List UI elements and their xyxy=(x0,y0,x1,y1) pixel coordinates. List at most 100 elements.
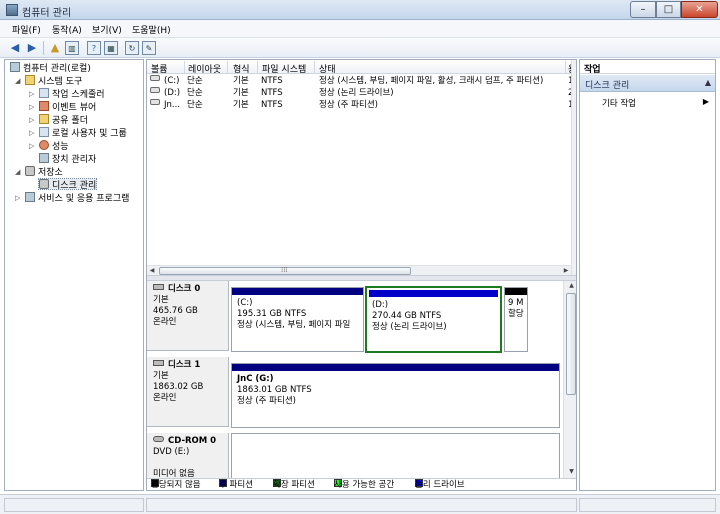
collapse-arrow-icon[interactable]: ◢ xyxy=(15,166,20,178)
scroll-down-icon[interactable]: ▼ xyxy=(564,467,576,477)
status-bar xyxy=(0,494,720,514)
status-cell xyxy=(4,498,144,512)
disk-icon xyxy=(153,284,164,290)
column-type[interactable]: 형식 xyxy=(233,62,250,75)
menu-help[interactable]: 도움말(H) xyxy=(132,23,171,36)
tree-device-manager[interactable]: 장치 관리자 xyxy=(39,153,96,165)
column-divider[interactable] xyxy=(257,61,258,73)
column-layout[interactable]: 레이아웃 xyxy=(188,62,221,75)
show-hide-tree-icon[interactable]: ▥ xyxy=(65,41,79,55)
disk-management-icon xyxy=(39,179,49,189)
shared-folder-icon xyxy=(39,114,49,124)
close-button[interactable]: ✕ xyxy=(681,1,718,18)
cdrom-empty-area[interactable] xyxy=(231,433,560,478)
volume-row-c[interactable]: (C:) 단순 기본 NTFS 정상 (시스템, 부팅, 페이지 파일, 활성,… xyxy=(147,75,576,87)
status-cell xyxy=(146,498,577,512)
status-cell xyxy=(579,498,716,512)
title-bar: 컴퓨터 관리 – □ ✕ xyxy=(0,0,720,20)
collapse-arrow-icon[interactable]: ◢ xyxy=(15,75,20,87)
volume-icon xyxy=(150,75,160,81)
up-folder-icon[interactable]: ▲ xyxy=(48,41,62,55)
disk-map: 디스크 0 기본 465.76 GB 온라인 (C:) 195.31 GB NT… xyxy=(147,281,576,479)
console-tree: 컴퓨터 관리(로컬) ◢ 시스템 도구 ▷ 작업 스케줄러 ▷ 이벤트 뷰어 ▷… xyxy=(4,59,144,491)
services-icon xyxy=(25,192,35,202)
list-vertical-scrollbar[interactable] xyxy=(571,60,576,275)
menu-bar: 파일(F) 동작(A) 보기(V) 도움말(H) xyxy=(0,20,720,38)
disk-1-label[interactable]: 디스크 1 기본 1863.02 GB 온라인 xyxy=(147,357,229,427)
partition-legend: 할당되지 않음 주 파티션 확장 파티션 사용 가능한 공간 논리 드라이브 xyxy=(147,478,576,490)
column-divider[interactable] xyxy=(184,61,185,73)
refresh-icon[interactable]: ↻ xyxy=(125,41,139,55)
expand-arrow-icon[interactable]: ▷ xyxy=(29,114,34,126)
tools-icon xyxy=(25,75,35,85)
tree-event-viewer[interactable]: ▷ 이벤트 뷰어 xyxy=(29,101,96,113)
cdrom-icon xyxy=(153,436,164,442)
tree-task-scheduler[interactable]: ▷ 작업 스케줄러 xyxy=(29,88,105,100)
more-actions-item[interactable]: 기타 작업 ▶ xyxy=(580,96,715,110)
column-status[interactable]: 상태 xyxy=(319,62,336,75)
maximize-button[interactable]: □ xyxy=(656,1,681,18)
column-divider[interactable] xyxy=(565,61,566,73)
window-title: 컴퓨터 관리 xyxy=(22,8,72,19)
computer-icon xyxy=(10,62,20,72)
menu-action[interactable]: 동작(A) xyxy=(52,23,82,36)
volume-list-header: 볼륨 레이아웃 형식 파일 시스템 상태 용 xyxy=(147,60,576,75)
actions-header: 작업 xyxy=(580,60,715,75)
event-viewer-icon xyxy=(39,101,49,111)
scroll-up-icon[interactable]: ▲ xyxy=(564,281,576,291)
tree-shared-folders[interactable]: ▷ 공유 폴더 xyxy=(29,114,88,126)
volume-row-d[interactable]: (D:) 단순 기본 NTFS 정상 (논리 드라이브) 27 xyxy=(147,87,576,99)
menu-file[interactable]: 파일(F) xyxy=(12,23,41,36)
expand-arrow-icon[interactable]: ▷ xyxy=(29,101,34,113)
expand-arrow-icon[interactable]: ▷ xyxy=(29,88,34,100)
users-icon xyxy=(39,127,49,137)
device-manager-icon xyxy=(39,153,49,163)
forward-arrow-icon[interactable]: ▶ xyxy=(25,41,39,55)
computer-management-icon xyxy=(6,4,18,16)
show-hide-action-pane-icon[interactable]: ▦ xyxy=(104,41,118,55)
properties-icon[interactable]: ✎ xyxy=(142,41,156,55)
actions-group-disk-management[interactable]: 디스크 관리 ▲ xyxy=(580,75,715,92)
partition-c[interactable]: (C:) 195.31 GB NTFS 정상 (시스템, 부팅, 페이지 파일 xyxy=(231,287,364,352)
menu-view[interactable]: 보기(V) xyxy=(92,23,122,36)
performance-icon xyxy=(39,140,49,150)
storage-icon xyxy=(25,166,35,176)
vertical-scroll-thumb[interactable] xyxy=(566,293,576,395)
partition-unallocated[interactable]: 9 M 할당 xyxy=(504,287,528,352)
submenu-arrow-icon: ▶ xyxy=(702,97,709,106)
volume-icon xyxy=(150,87,160,93)
partition-jnc-g[interactable]: JnC (G:) 1863.01 GB NTFS 정상 (주 파티션) xyxy=(231,363,560,428)
column-divider[interactable] xyxy=(227,61,228,73)
cdrom-0-label[interactable]: CD-ROM 0 DVD (E:) 미디어 없음 xyxy=(147,433,229,479)
help-icon[interactable]: ? xyxy=(87,41,101,55)
collapse-up-icon[interactable]: ▲ xyxy=(705,78,711,87)
tree-system-tools[interactable]: ◢ 시스템 도구 xyxy=(15,75,82,87)
disk-icon xyxy=(153,360,164,366)
expand-arrow-icon[interactable]: ▷ xyxy=(29,127,34,139)
tree-performance[interactable]: ▷ 성능 xyxy=(29,140,69,152)
clock-icon xyxy=(39,88,49,98)
column-divider[interactable] xyxy=(314,61,315,73)
disk-0-label[interactable]: 디스크 0 기본 465.76 GB 온라인 xyxy=(147,281,229,351)
expand-arrow-icon[interactable]: ▷ xyxy=(15,192,20,204)
volume-row-jnc[interactable]: Jn... 단순 기본 NTFS 정상 (주 파티션) 18 xyxy=(147,99,576,111)
volume-icon xyxy=(150,99,160,105)
actions-pane: 작업 디스크 관리 ▲ 기타 작업 ▶ xyxy=(579,59,716,491)
minimize-button[interactable]: – xyxy=(630,1,656,18)
tree-local-users[interactable]: ▷ 로컬 사용자 및 그룹 xyxy=(29,127,127,139)
partition-d[interactable]: (D:) 270.44 GB NTFS 정상 (논리 드라이브) xyxy=(365,286,502,353)
tree-services[interactable]: ▷ 서비스 및 응용 프로그램 xyxy=(15,192,129,204)
back-arrow-icon[interactable]: ◀ xyxy=(8,41,22,55)
tree-disk-management[interactable]: 디스크 관리 xyxy=(38,178,98,191)
list-horizontal-scrollbar[interactable]: ◀ ⁞⁞⁞ ▶ xyxy=(147,265,571,275)
toolbar-separator xyxy=(43,41,44,55)
expand-arrow-icon[interactable]: ▷ xyxy=(29,140,34,152)
column-file-system[interactable]: 파일 시스템 xyxy=(262,62,306,75)
toolbar: ◀ ▶ ▲ ▥ ? ▦ ↻ ✎ xyxy=(0,38,720,58)
disk-management-pane: 볼륨 레이아웃 형식 파일 시스템 상태 용 (C:) 단순 기본 NTFS 정… xyxy=(146,59,577,491)
horizontal-scroll-thumb[interactable]: ⁞⁞⁞ xyxy=(159,266,411,275)
tree-root[interactable]: 컴퓨터 관리(로컬) xyxy=(10,62,91,74)
tree-storage[interactable]: ◢ 저장소 xyxy=(15,166,63,178)
disk-map-vertical-scrollbar[interactable]: ▲ ▼ xyxy=(563,281,576,478)
column-volume[interactable]: 볼륨 xyxy=(151,62,168,75)
